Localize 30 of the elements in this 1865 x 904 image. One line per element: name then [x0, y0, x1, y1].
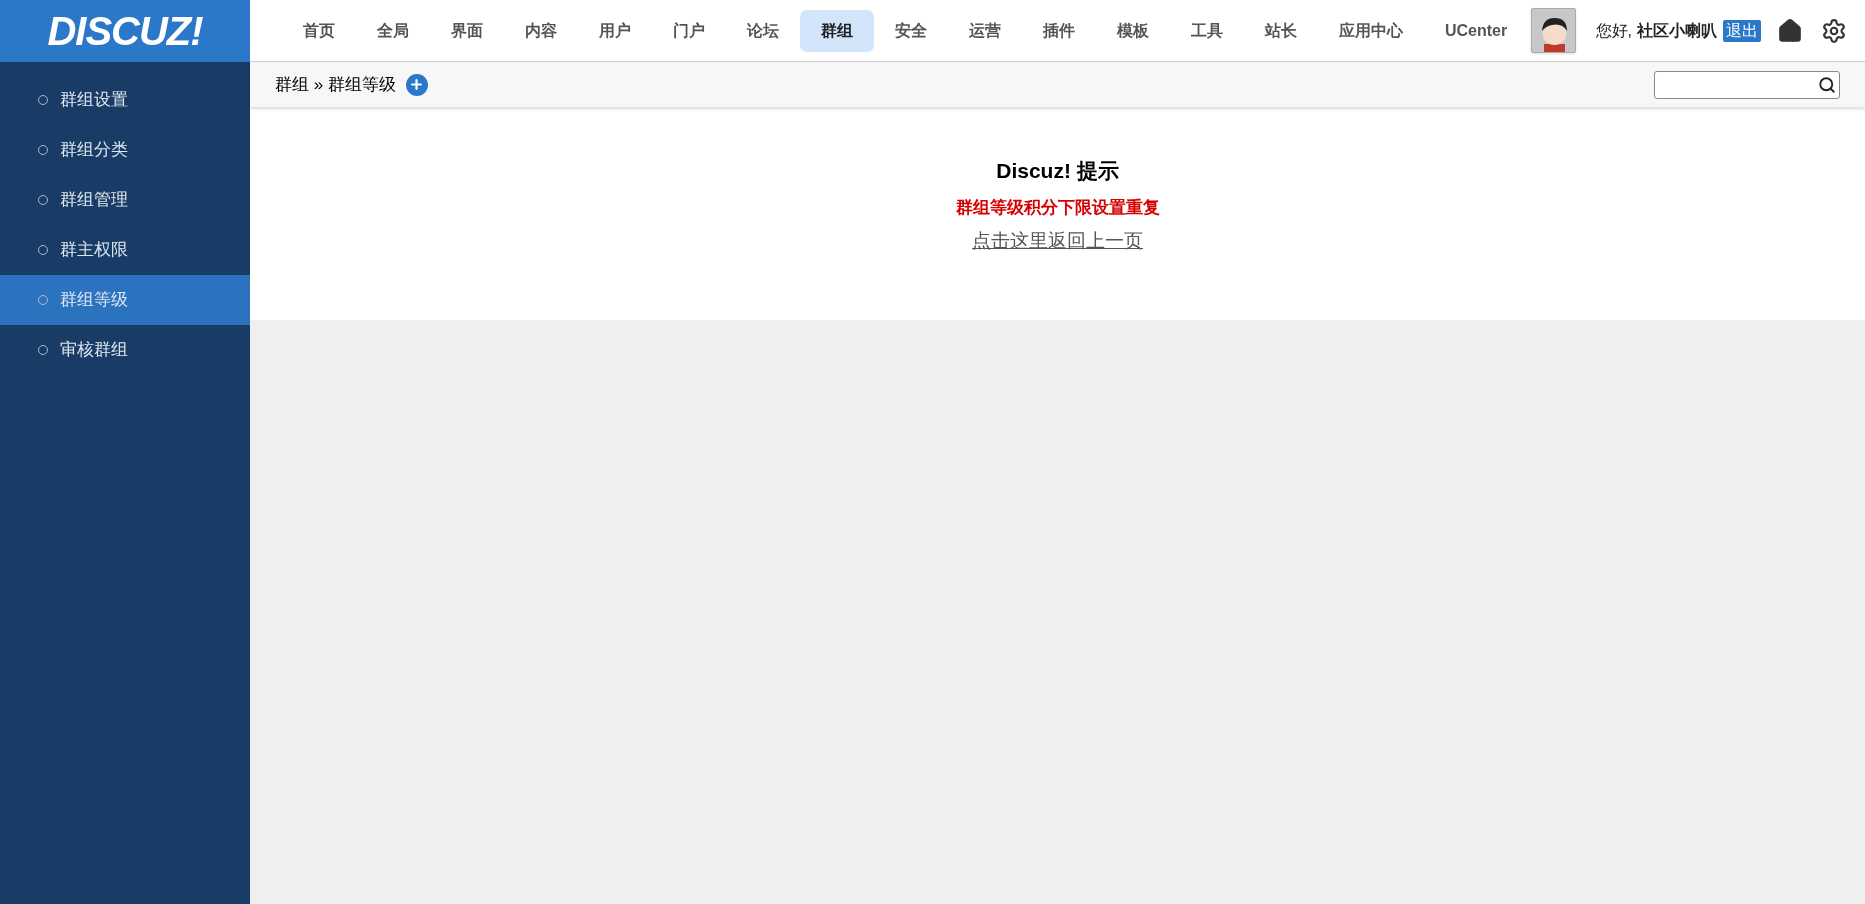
nav-tab[interactable]: UCenter: [1424, 9, 1529, 52]
nav-tab[interactable]: 门户: [652, 9, 726, 52]
nav-tab[interactable]: 运营: [948, 9, 1022, 52]
sidebar-item[interactable]: 群组管理: [0, 175, 250, 225]
nav-tab[interactable]: 站长: [1244, 9, 1318, 52]
logo[interactable]: DISCUZ!: [0, 0, 250, 62]
message-title: Discuz! 提示: [996, 158, 1119, 184]
nav-tab[interactable]: 安全: [874, 9, 948, 52]
nav-tab[interactable]: 全局: [356, 9, 430, 52]
logout-button[interactable]: 退出: [1723, 19, 1761, 42]
sidebar-item[interactable]: 审核群组: [0, 325, 250, 375]
user-name[interactable]: 社区小喇叭: [1637, 18, 1717, 43]
sidebar-item[interactable]: 群组等级: [0, 275, 250, 325]
greeting: 您好,: [1595, 20, 1632, 41]
error-message: 群组等级积分下限设置重复: [955, 196, 1160, 219]
breadcrumb: 群组 » 群组等级: [275, 73, 396, 96]
sidebar-item[interactable]: 群组分类: [0, 125, 250, 175]
nav-tab[interactable]: 内容: [504, 9, 578, 52]
nav-tab[interactable]: 插件: [1022, 9, 1096, 52]
sidebar-item[interactable]: 群组设置: [0, 75, 250, 125]
nav-tab[interactable]: 界面: [430, 9, 504, 52]
nav-tab[interactable]: 用户: [578, 9, 652, 52]
nav-tab[interactable]: 群组: [800, 9, 874, 52]
nav-tab[interactable]: 论坛: [726, 9, 800, 52]
sidebar-item[interactable]: 群主权限: [0, 225, 250, 275]
nav-tab[interactable]: 模板: [1096, 9, 1170, 52]
nav-tab[interactable]: 首页: [282, 9, 356, 52]
back-link[interactable]: 点击这里返回上一页: [972, 227, 1143, 256]
nav-tab[interactable]: 应用中心: [1318, 9, 1424, 52]
nav-tab[interactable]: 工具: [1170, 9, 1244, 52]
